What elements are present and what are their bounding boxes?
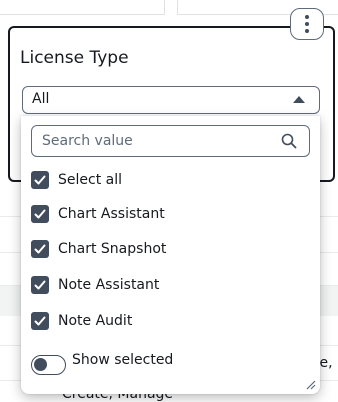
- checkbox-checked-icon[interactable]: [31, 312, 49, 330]
- checkbox-checked-icon[interactable]: [31, 205, 49, 223]
- filter-title: License Type: [20, 48, 129, 68]
- select-value: All: [32, 91, 50, 107]
- background-card: [0, 0, 165, 15]
- kebab-menu-icon[interactable]: [290, 8, 324, 40]
- checkbox-checked-icon[interactable]: [31, 171, 49, 189]
- caret-up-icon: [293, 96, 305, 103]
- dropdown-panel: Select all Chart Assistant Chart Snapsho…: [21, 116, 320, 394]
- option-label: Chart Assistant: [58, 206, 165, 222]
- option-label: Chart Snapshot: [58, 241, 167, 257]
- license-type-select[interactable]: All: [22, 86, 320, 114]
- toggle-knob: [34, 358, 47, 371]
- option-label: Select all: [58, 172, 122, 188]
- show-selected-label: Show selected: [72, 352, 174, 368]
- option-chart-assistant[interactable]: Chart Assistant: [31, 202, 301, 226]
- resize-handle-icon[interactable]: [306, 380, 316, 390]
- option-chart-snapshot[interactable]: Chart Snapshot: [31, 237, 301, 261]
- search-field[interactable]: [31, 125, 310, 157]
- search-input[interactable]: [40, 130, 269, 152]
- checkbox-checked-icon[interactable]: [31, 240, 49, 258]
- option-label: Note Audit: [58, 313, 133, 329]
- show-selected-toggle[interactable]: [31, 355, 66, 375]
- option-note-audit[interactable]: Note Audit: [31, 309, 301, 333]
- checkbox-checked-icon[interactable]: [31, 276, 49, 294]
- option-note-assistant[interactable]: Note Assistant: [31, 273, 301, 297]
- search-icon: [281, 133, 297, 149]
- option-select-all[interactable]: Select all: [31, 168, 301, 192]
- option-label: Note Assistant: [58, 277, 160, 293]
- show-selected-row: Show selected: [31, 352, 301, 378]
